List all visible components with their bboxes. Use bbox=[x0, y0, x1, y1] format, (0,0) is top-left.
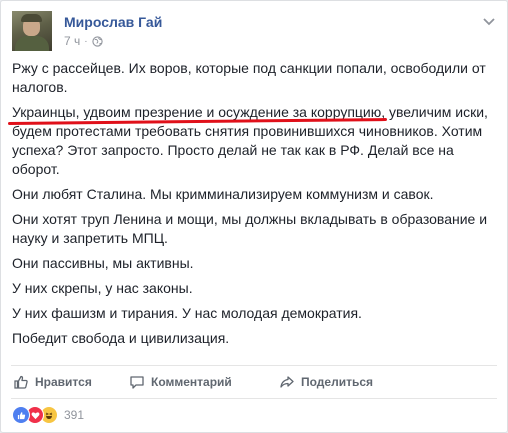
thumbs-up-icon bbox=[13, 374, 29, 390]
post-actions-bar: Нравится Комментарий Поделиться bbox=[11, 365, 497, 399]
share-icon bbox=[279, 374, 295, 390]
paragraph-7: У них фашизм и тирания. У нас молодая де… bbox=[12, 305, 362, 321]
paragraph-3: Они любят Сталина. Мы кримминализируем к… bbox=[12, 186, 434, 202]
meta-separator: · bbox=[84, 35, 88, 47]
paragraph-1: Ржу с рассейцев. Их воров, которые под с… bbox=[12, 60, 486, 95]
author-name[interactable]: Мирослав Гай bbox=[64, 14, 162, 30]
reaction-count[interactable]: 391 bbox=[64, 408, 84, 422]
underlined-phrase: Украинцы, удвоим презрение и осуждение з… bbox=[7, 104, 388, 125]
post-time[interactable]: 7 ч bbox=[64, 34, 80, 48]
reactions-summary[interactable]: 391 bbox=[12, 406, 84, 424]
like-reaction-icon bbox=[12, 406, 30, 424]
paragraph-2: Украинцы, удвоим презрение и осуждение з… bbox=[7, 103, 498, 179]
paragraph-5: Они пассивны, мы активны. bbox=[12, 255, 194, 271]
underlined-phrase-text: Украинцы, удвоим презрение и осуждение з… bbox=[12, 104, 382, 120]
share-label: Поделиться bbox=[301, 375, 374, 389]
paragraph-4: Они хотят труп Ленина и мощи, мы должны … bbox=[12, 211, 488, 246]
share-button[interactable]: Поделиться bbox=[279, 374, 373, 390]
globe-icon[interactable] bbox=[91, 35, 103, 47]
post-header: Мирослав Гай 7 ч · bbox=[12, 11, 497, 53]
comment-label: Комментарий bbox=[151, 375, 232, 389]
paragraph-6: У них скрепы, у нас законы. bbox=[12, 280, 193, 296]
avatar[interactable] bbox=[12, 11, 52, 51]
chevron-down-icon[interactable] bbox=[481, 13, 497, 29]
comment-button[interactable]: Комментарий bbox=[129, 374, 279, 390]
like-label: Нравится bbox=[35, 375, 92, 389]
post-meta: 7 ч · bbox=[64, 34, 103, 48]
post-card: Мирослав Гай 7 ч · Ржу с рассейцев. Их в… bbox=[0, 0, 508, 433]
like-button[interactable]: Нравится bbox=[13, 374, 123, 390]
post-text: Ржу с рассейцев. Их воров, которые под с… bbox=[7, 59, 498, 354]
comment-icon bbox=[129, 374, 145, 390]
paragraph-8: Победит свобода и цивилизация. bbox=[12, 330, 230, 346]
